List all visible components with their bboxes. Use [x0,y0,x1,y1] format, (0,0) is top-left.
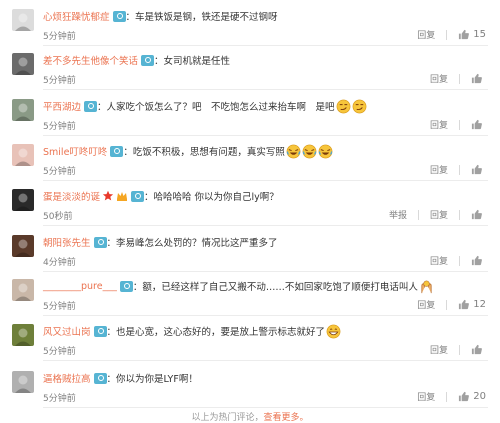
verified-badge-icon [131,190,145,202]
verified-badge-icon [112,10,126,22]
username-link[interactable]: 蛋是淡淡的诞 [43,189,100,203]
username-link[interactable]: 心烦狂躁忧郁症 [43,9,110,23]
like-button[interactable] [471,209,486,220]
avatar[interactable] [12,371,34,393]
comment-text: ：人家吃个饭怎么了？吧 不吃饱怎么过来抬车啊 是吧 [97,102,335,113]
footer-text: 以上为热门评论， [191,413,264,423]
username-link[interactable]: ________pure___ [43,281,117,292]
reply-button[interactable]: 回复 [430,254,448,267]
comment-text: ：你以为你是LYF啊！ [106,374,198,385]
comment-item: 差不多先生他像个笑话 ：女司机就是任性 5分钟前 回复 [0,44,500,90]
avatar[interactable] [12,235,34,257]
username-link[interactable]: 差不多先生他像个笑话 [43,53,138,67]
like-button[interactable] [471,73,486,84]
reply-button[interactable]: 回复 [430,72,448,85]
like-button[interactable] [471,119,486,130]
avatar[interactable] [12,99,34,121]
thumbs-up-icon [471,209,482,220]
reply-button[interactable]: 回复 [430,343,448,356]
comment-time: 5分钟前 [43,122,76,132]
verified-badge-icon [93,325,107,337]
like-button[interactable]: 15 [458,29,486,40]
verified-badge-icon [110,145,124,157]
thumbs-up-icon [471,164,482,175]
comment-item: 朝阳张先生 ：李易峰怎么处罚的？情况比这严重多了 4分钟前 回复 [0,226,500,272]
comment-item: ________pure___ ：额，已经这样了自己又搬不动……不如回家吃饱了顺便… [0,270,500,316]
comment-time: 5分钟前 [43,32,76,42]
avatar[interactable] [12,279,34,301]
thumbs-up-icon [458,299,470,310]
reply-button[interactable]: 回复 [430,208,448,221]
smirk-emoji [352,99,367,114]
comment-time: 5分钟前 [43,167,76,177]
footer-note: 以上为热门评论，查看更多。 [0,410,500,423]
username-link[interactable]: 朝阳张先生 [43,235,91,249]
like-button[interactable] [471,344,486,355]
like-button[interactable] [471,255,486,266]
comment-text: ：吃饭不积极，思想有问题，真实写照 [123,147,285,158]
comment-text: ：额，已经这样了自己又搬不动……不如回家吃饱了顺便打电话叫人 [132,282,418,293]
like-count: 12 [473,299,486,310]
username-link[interactable]: 平西湖边 [43,99,81,113]
avatar[interactable] [12,144,34,166]
reply-button[interactable]: 回复 [417,390,435,403]
comment-time: 5分钟前 [43,302,76,312]
comment-text: ：女司机就是任性 [154,56,231,67]
hands-emoji [419,279,434,294]
comment-text: ：也是心宽，这心态好的，要是放上警示标志就好了 [106,327,326,338]
comment-item: 逼格贼拉高 ：你以为你是LYF啊！ 5分钟前 回复 20 [0,362,500,408]
reply-button[interactable]: 回复 [430,118,448,131]
reply-button[interactable]: 回复 [417,28,435,41]
like-count: 20 [473,391,486,402]
like-count: 15 [473,29,486,40]
thumbs-up-icon [471,119,482,130]
comment-item: 平西湖边 ：人家吃个饭怎么了？吧 不吃饱怎么过来抬车啊 是吧 5分钟前 回复 [0,90,500,136]
reply-button[interactable]: 回复 [417,298,435,311]
comment-text: ：车是铁饭是钢，铁还是硬不过钢呀 [125,12,278,23]
comment-time: 5分钟前 [43,347,76,357]
comment-time: 5分钟前 [43,394,76,404]
divider [43,360,488,361]
verified-badge-icon [93,236,107,248]
avatar[interactable] [12,324,34,346]
avatar[interactable] [12,9,34,31]
verified-badge-icon [119,280,133,292]
username-link[interactable]: Smile叮咚叮咚 [43,144,107,158]
verified-badge-icon [141,54,155,66]
laugh-cry-emoji [302,144,317,159]
verified-badge-icon [84,100,98,112]
like-button[interactable]: 12 [458,299,486,310]
username-link[interactable]: 逼格贼拉高 [43,371,91,385]
comment-text: ：哈哈哈哈 你以为你自己ly啊？ [144,192,279,203]
laugh-cry-emoji [286,144,301,159]
like-button[interactable]: 20 [458,391,486,402]
thumbs-up-icon [471,344,482,355]
comment-item: 蛋是淡淡的诞 ：哈哈哈哈 你以为你自己ly啊？ 50秒前 举报 回复 [0,180,500,226]
laugh-cry-emoji [318,144,333,159]
thumbs-up-icon [458,29,470,40]
comment-item: Smile叮咚叮咚 ：吃饭不积极，思想有问题，真实写照 5分钟前 回复 [0,135,500,181]
reply-button[interactable]: 回复 [430,163,448,176]
comment-time: 4分钟前 [43,258,76,268]
comment-item: 心烦狂躁忧郁症 ：车是铁饭是钢，铁还是硬不过钢呀 5分钟前 回复 15 [0,0,500,46]
like-button[interactable] [471,164,486,175]
divider [43,407,488,408]
comment-text: ：李易峰怎么处罚的？情况比这严重多了 [106,238,278,249]
smirk-emoji [336,99,351,114]
verified-badge-icon [93,372,107,384]
grin-emoji [326,324,341,339]
report-button[interactable]: 举报 [389,208,407,221]
thumbs-up-icon [458,391,470,402]
avatar[interactable] [12,189,34,211]
thumbs-up-icon [471,73,482,84]
view-more-link[interactable]: 查看更多。 [264,413,309,423]
comment-item: 风又过山岗 ：也是心宽，这心态好的，要是放上警示标志就好了 5分钟前 回复 [0,315,500,361]
comment-time: 50秒前 [43,212,73,222]
comment-time: 5分钟前 [43,76,76,86]
thumbs-up-icon [471,255,482,266]
avatar[interactable] [12,53,34,75]
member-crown-icon [116,190,128,202]
username-link[interactable]: 风又过山岗 [43,324,91,338]
star-icon [102,190,114,202]
